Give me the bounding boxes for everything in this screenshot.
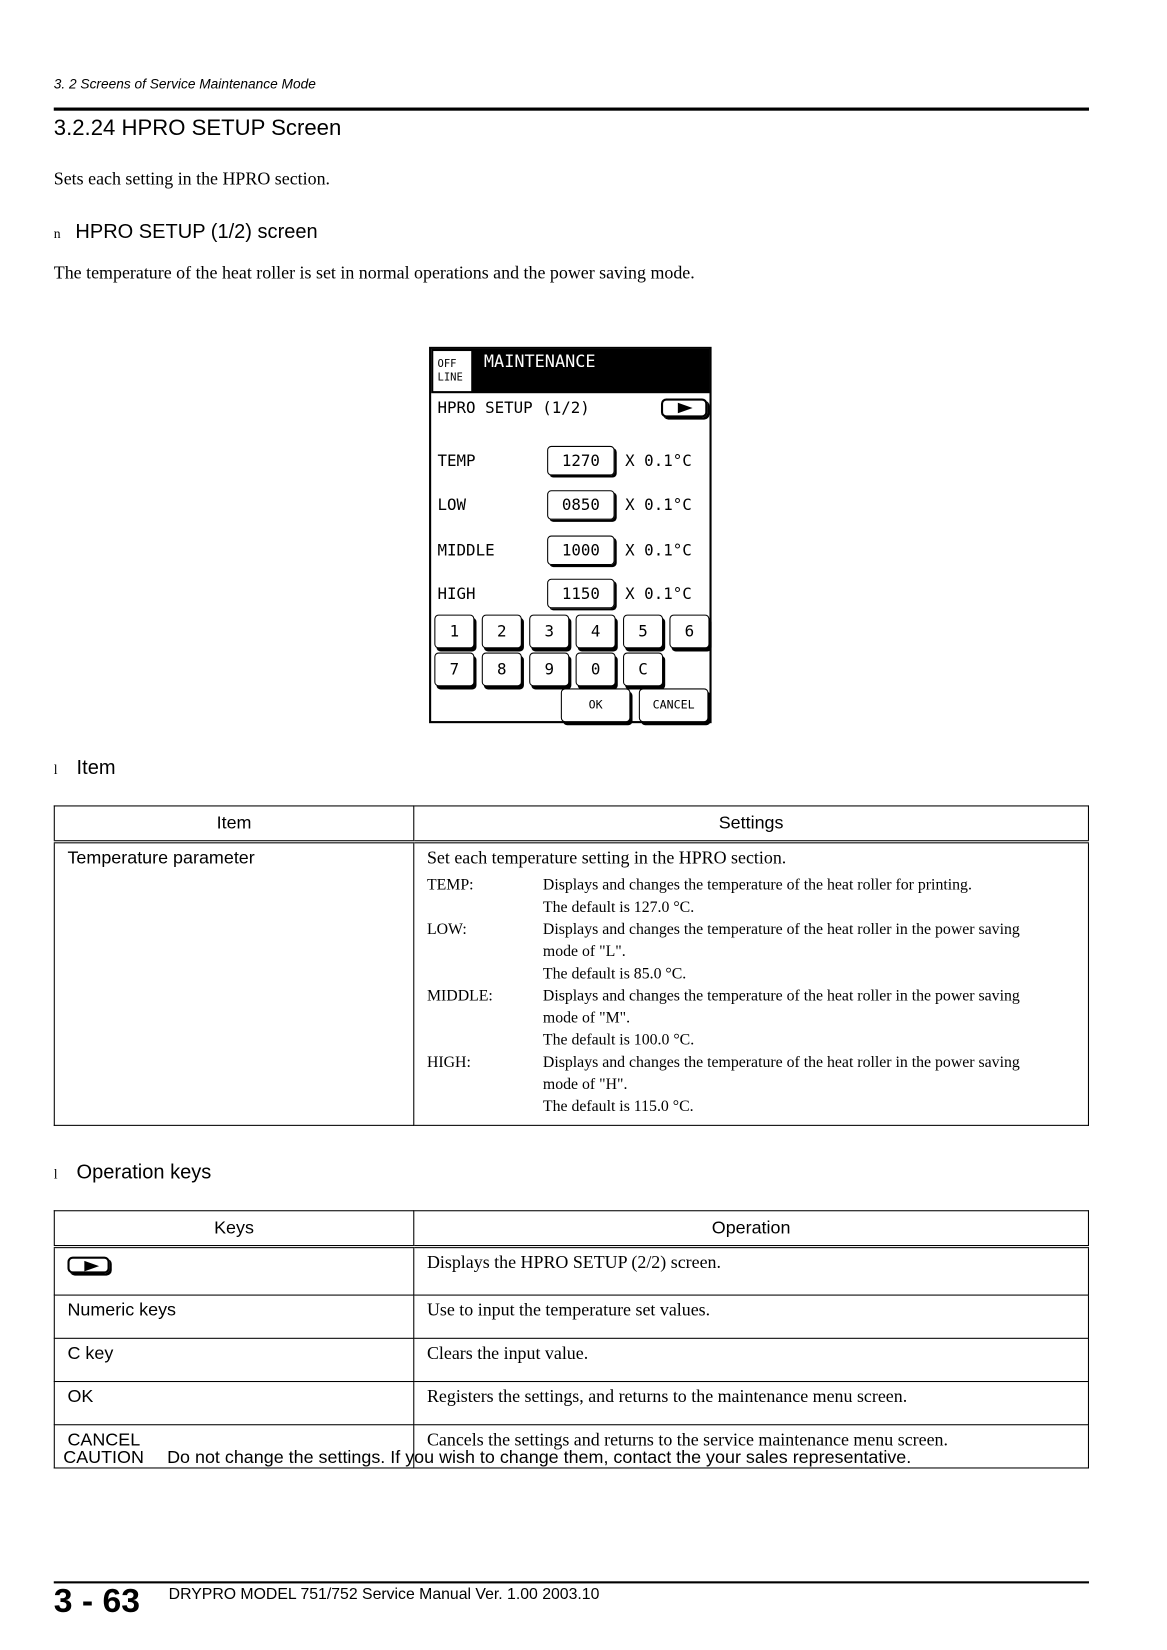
key-cell	[53, 1246, 415, 1296]
running-header: 3. 2 Screens of Service Maintenance Mode	[53, 75, 316, 92]
low-value-field[interactable]: 0850	[547, 490, 615, 520]
entry-line: The default is 85.0 °C.	[542, 965, 687, 983]
table-row: Temperature parameter Set each temperatu…	[53, 841, 1089, 1126]
operation-cell: Registers the settings, and returns to t…	[413, 1381, 1089, 1426]
key-9[interactable]: 9	[529, 652, 570, 687]
subsection-heading: n HPRO SETUP (1/2) screen	[54, 221, 318, 244]
entry-key: LOW:	[426, 921, 467, 939]
entry-key: HIGH:	[426, 1054, 471, 1072]
ok-button[interactable]: OK	[560, 688, 631, 723]
next-page-button[interactable]	[660, 398, 708, 421]
entry-key: MIDDLE:	[426, 987, 493, 1005]
operation-keys-table: Keys Operation Displays the HPRO SETUP (2…	[53, 1210, 1089, 1469]
operation-keys-title: Operation keys	[76, 1161, 212, 1184]
table-row: Displays the HPRO SETUP (2/2) screen.	[53, 1246, 1089, 1296]
col-header-settings: Settings	[413, 805, 1089, 844]
entry-low: LOW: Displays and changes the temperature…	[427, 919, 1075, 985]
col-header-operation: Operation	[413, 1210, 1089, 1249]
row-label-temp: TEMP	[437, 451, 476, 471]
table-row: OK Registers the settings, and returns to…	[53, 1381, 1089, 1426]
section-title: 3.2.24 HPRO SETUP Screen	[53, 115, 342, 141]
middle-value-field[interactable]: 1000	[547, 535, 615, 566]
line-text: LINE	[437, 372, 463, 384]
caution-text: Do not change the settings. If you wish …	[167, 1447, 912, 1468]
row-label-low: LOW	[437, 495, 467, 515]
key-1[interactable]: 1	[434, 614, 475, 649]
item-heading-title: Item	[76, 756, 116, 780]
unit-label: X 0.1°C	[625, 495, 692, 515]
entry-temp: TEMP: Displays and changes the temperatur…	[427, 875, 1075, 919]
operation-cell: Clears the input value.	[413, 1337, 1089, 1383]
unit-label: X 0.1°C	[625, 584, 692, 604]
next-page-arrow-icon	[67, 1256, 110, 1274]
item-heading: l Item	[54, 757, 116, 780]
header-rule	[53, 107, 1089, 111]
item-cell: Temperature parameter	[53, 841, 415, 1126]
key-7[interactable]: 7	[434, 652, 475, 687]
entry-line: Displays and changes the temperature of …	[542, 987, 1020, 1005]
col-header-keys: Keys	[53, 1210, 415, 1249]
key-3[interactable]: 3	[529, 614, 570, 649]
key-6[interactable]: 6	[669, 614, 710, 649]
entry-line: mode of "H".	[542, 1076, 628, 1094]
hpro-setup-screen: OFF LINE MAINTENANCE HPRO SETUP (1/2) TEM…	[429, 346, 712, 724]
bullet: l	[53, 761, 58, 777]
footer-rule	[53, 1581, 1089, 1584]
cancel-button[interactable]: CANCEL	[638, 688, 709, 723]
screen-header: OFF LINE MAINTENANCE	[431, 348, 710, 394]
unit-label: X 0.1°C	[625, 540, 692, 560]
entry-line: The default is 115.0 °C.	[542, 1098, 694, 1116]
key-0[interactable]: 0	[575, 652, 616, 687]
operation-cell: Displays the HPRO SETUP (2/2) screen.	[413, 1246, 1089, 1296]
subsection-title: HPRO SETUP (1/2) screen	[75, 221, 318, 244]
entry-line: The default is 100.0 °C.	[542, 1032, 695, 1049]
row-label-middle: MIDDLE	[437, 540, 495, 560]
row-label-high: HIGH	[437, 584, 476, 604]
entry-middle: MIDDLE: Displays and changes the temperat…	[427, 986, 1075, 1052]
entry-high: HIGH: Displays and changes the temperatur…	[427, 1052, 1075, 1118]
subsection-desc: The temperature of the heat roller is se…	[53, 262, 695, 283]
entry-line: Displays and changes the temperature of …	[542, 921, 1020, 939]
entry-line: Displays and changes the temperature of …	[542, 877, 972, 894]
entry-line: Displays and changes the temperature of …	[542, 1054, 1020, 1072]
bullet: n	[53, 225, 61, 242]
intro-text: Sets each setting in the HPRO section.	[53, 168, 331, 189]
screen-header-title: MAINTENANCE	[483, 351, 596, 372]
offline-indicator[interactable]: OFF LINE	[433, 351, 472, 392]
key-5[interactable]: 5	[623, 614, 664, 649]
screen-title: HPRO SETUP (1/2)	[437, 398, 590, 418]
table-row: C key Clears the input value.	[53, 1337, 1089, 1383]
offline-text: OFF	[437, 358, 457, 371]
key-8[interactable]: 8	[481, 652, 522, 687]
col-header-item: Item	[53, 805, 415, 844]
item-table: Item Settings Temperature parameter Set e…	[53, 805, 1089, 1126]
caution-label: CAUTION	[63, 1447, 144, 1468]
high-value-field[interactable]: 1150	[547, 578, 615, 609]
bullet: l	[53, 1165, 58, 1182]
caution-note: CAUTION Do not change the settings. If yo…	[63, 1447, 911, 1468]
temp-value-field[interactable]: 1270	[547, 445, 615, 476]
page-number: 3 - 63	[53, 1581, 141, 1620]
next-page-arrow-icon	[660, 398, 708, 418]
key-2[interactable]: 2	[481, 614, 522, 649]
entry-key: TEMP:	[426, 877, 474, 894]
key-cell: Numeric keys	[53, 1294, 415, 1339]
key-cell: C key	[53, 1337, 415, 1383]
table-row: Numeric keys Use to input the temperature…	[53, 1294, 1089, 1339]
entry-line: mode of "L".	[542, 943, 626, 961]
settings-cell: Set each temperature setting in the HPRO…	[413, 841, 1089, 1126]
key-cell: OK	[53, 1381, 415, 1426]
settings-lead: Set each temperature setting in the HPRO…	[426, 847, 787, 868]
entry-line: mode of "M".	[542, 1009, 631, 1027]
footer-manual: DRYPRO MODEL 751/752 Service Manual Ver.…	[168, 1585, 600, 1604]
unit-label: X 0.1°C	[625, 451, 692, 471]
operation-cell: Use to input the temperature set values.	[413, 1294, 1089, 1339]
operation-keys-heading: l Operation keys	[54, 1162, 212, 1185]
entry-line: The default is 127.0 °C.	[542, 899, 695, 917]
key-c[interactable]: C	[623, 652, 664, 687]
key-4[interactable]: 4	[575, 614, 616, 649]
